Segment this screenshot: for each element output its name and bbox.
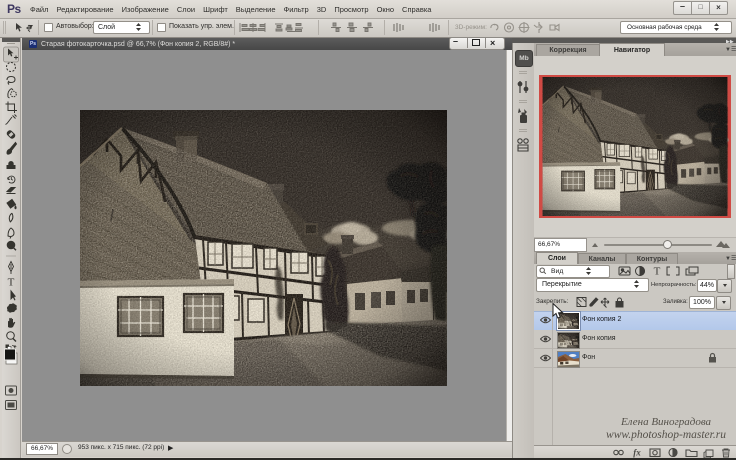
svg-text:T: T <box>8 277 15 289</box>
svg-text:fx: fx <box>633 448 641 458</box>
svg-text:T: T <box>654 266 661 278</box>
